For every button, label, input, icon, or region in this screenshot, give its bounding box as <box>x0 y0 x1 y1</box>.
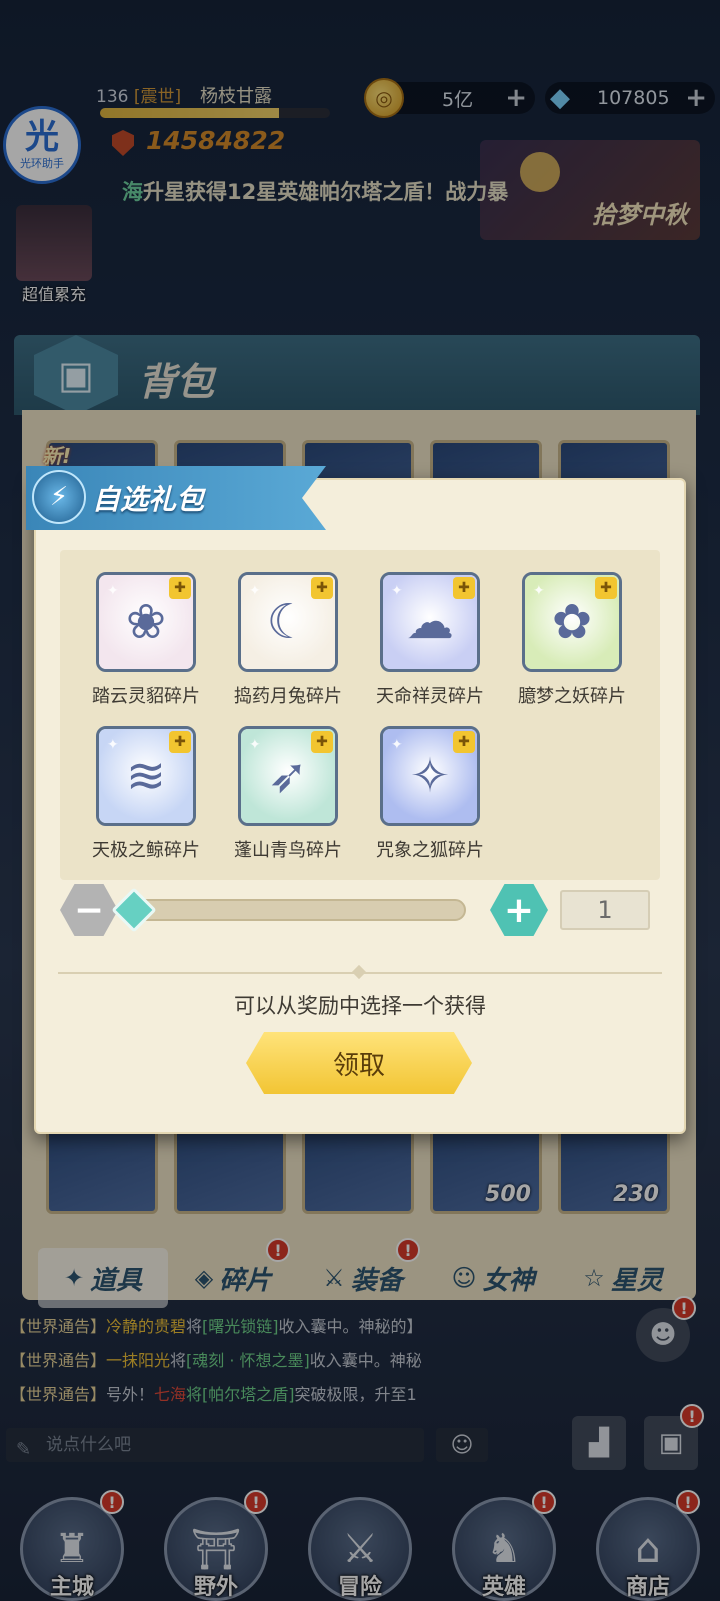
quantity-slider-thumb[interactable] <box>111 887 157 933</box>
selection-hint: 可以从奖励中选择一个获得 <box>234 994 486 1018</box>
sparkle-icon: ✦ <box>107 737 119 753</box>
reward-option[interactable]: ☾ ✚ ✦ 捣药月兔碎片 <box>218 572 358 722</box>
quantity-slider-track[interactable] <box>126 899 466 921</box>
minus-icon: − <box>73 889 105 931</box>
puzzle-piece-icon: ✚ <box>453 731 475 753</box>
sparkle-icon: ✦ <box>249 737 261 753</box>
reward-icon-frame: ✧ ✚ ✦ <box>380 726 480 826</box>
reward-icon-frame: ☾ ✚ ✦ <box>238 572 338 672</box>
reward-name: 臆梦之妖碎片 <box>518 686 626 707</box>
increase-button[interactable]: + <box>490 884 548 936</box>
reward-icon-frame: ☁ ✚ ✦ <box>380 572 480 672</box>
reward-option[interactable]: ✿ ✚ ✦ 臆梦之妖碎片 <box>502 572 642 722</box>
sparkle-icon: ✦ <box>249 583 261 599</box>
puzzle-piece-icon: ✚ <box>453 577 475 599</box>
puzzle-piece-icon: ✚ <box>311 577 333 599</box>
reward-option[interactable]: ➶ ✚ ✦ 蓬山青鸟碎片 <box>218 726 358 876</box>
sparkle-icon: ✦ <box>533 583 545 599</box>
plus-icon: + <box>503 889 535 931</box>
reward-name: 蓬山青鸟碎片 <box>234 840 342 861</box>
claim-button-label: 领取 <box>332 1050 385 1081</box>
reward-name: 踏云灵貂碎片 <box>92 686 200 707</box>
feather-emblem-icon: ⚡ <box>32 470 86 524</box>
sparkle-icon: ✦ <box>107 583 119 599</box>
puzzle-piece-icon: ✚ <box>169 731 191 753</box>
decrease-button[interactable]: − <box>60 884 118 936</box>
puzzle-piece-icon: ✚ <box>595 577 617 599</box>
sparkle-icon: ✦ <box>391 737 403 753</box>
dialog-title: 自选礼包 <box>92 483 205 516</box>
reward-name: 捣药月兔碎片 <box>234 686 342 707</box>
quantity-field[interactable]: 1 <box>560 890 650 930</box>
sparkle-icon: ✦ <box>391 583 403 599</box>
reward-icon-frame: ➶ ✚ ✦ <box>238 726 338 826</box>
quantity-selector: − + 1 <box>60 880 660 940</box>
puzzle-piece-icon: ✚ <box>169 577 191 599</box>
reward-option[interactable]: ✧ ✚ ✦ 咒象之狐碎片 <box>360 726 500 876</box>
reward-option[interactable]: ≋ ✚ ✦ 天极之鲸碎片 <box>76 726 216 876</box>
reward-option[interactable]: ☁ ✚ ✦ 天命祥灵碎片 <box>360 572 500 722</box>
reward-name: 咒象之狐碎片 <box>376 840 484 861</box>
reward-icon-frame: ✿ ✚ ✦ <box>522 572 622 672</box>
reward-name: 天极之鲸碎片 <box>92 840 200 861</box>
reward-icon-frame: ❀ ✚ ✦ <box>96 572 196 672</box>
puzzle-piece-icon: ✚ <box>311 731 333 753</box>
reward-icon-frame: ≋ ✚ ✦ <box>96 726 196 826</box>
claim-button[interactable]: 领取 <box>246 1032 472 1094</box>
reward-name: 天命祥灵碎片 <box>376 686 484 707</box>
reward-option[interactable]: ❀ ✚ ✦ 踏云灵貂碎片 <box>76 572 216 722</box>
